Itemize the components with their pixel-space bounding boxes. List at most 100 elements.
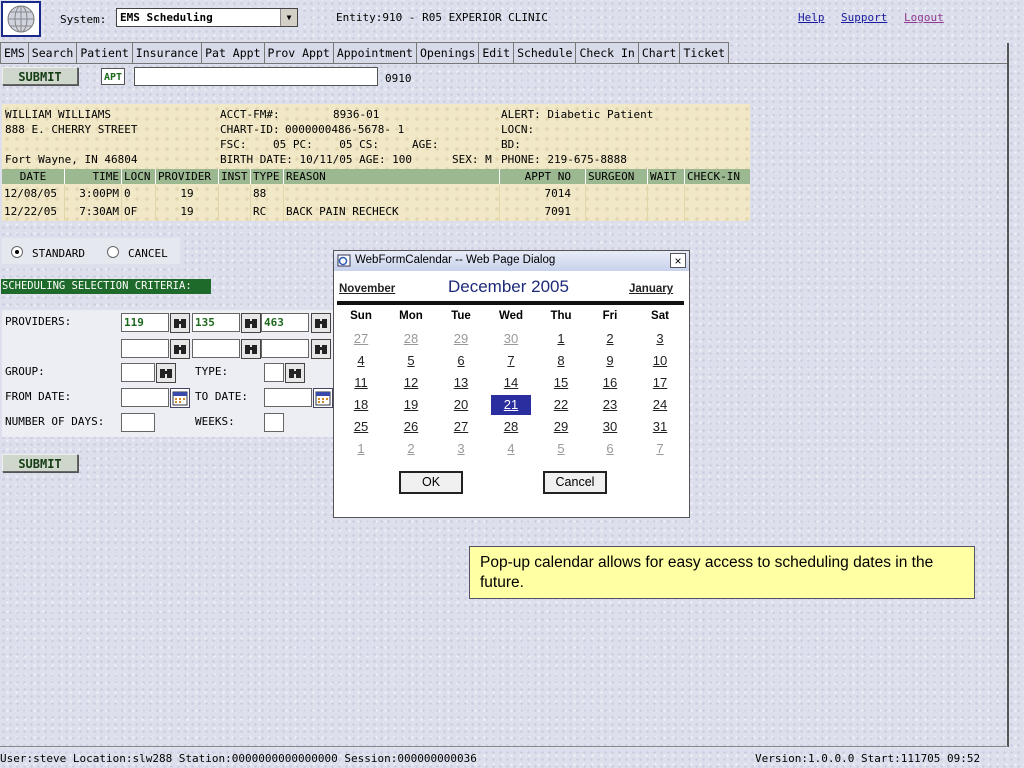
calendar-day[interactable]: 18: [341, 395, 381, 415]
row-surgeon: [586, 203, 648, 221]
nav-tab-patient[interactable]: Patient: [76, 42, 132, 64]
calendar-day[interactable]: 26: [391, 417, 431, 437]
binoculars-icon[interactable]: [241, 339, 261, 359]
calendar-day[interactable]: 2: [590, 329, 630, 349]
cancel-button[interactable]: Cancel: [543, 471, 607, 494]
calendar-day[interactable]: 25: [341, 417, 381, 437]
calendar-day[interactable]: 11: [341, 373, 381, 393]
calendar-day[interactable]: 3: [441, 439, 481, 459]
close-icon[interactable]: ×: [670, 253, 686, 268]
next-month-link[interactable]: January: [629, 283, 673, 295]
from-date-label: FROM DATE:: [5, 390, 72, 403]
provider-input-1[interactable]: 119: [121, 313, 169, 332]
calendar-day[interactable]: 27: [341, 329, 381, 349]
nav-tab-check-in[interactable]: Check In: [575, 42, 638, 64]
submit-button-top[interactable]: SUBMIT: [2, 67, 78, 85]
calendar-day[interactable]: 4: [341, 351, 381, 371]
binoculars-icon[interactable]: [156, 363, 176, 383]
calendar-day[interactable]: 30: [590, 417, 630, 437]
calendar-day[interactable]: 9: [590, 351, 630, 371]
acct-value: 8936-01: [333, 108, 380, 121]
calendar-day[interactable]: 10: [640, 351, 680, 371]
dialog-titlebar[interactable]: WebFormCalendar -- Web Page Dialog ×: [334, 251, 689, 271]
nav-tab-insurance[interactable]: Insurance: [131, 42, 202, 64]
cancel-radio[interactable]: [107, 246, 119, 258]
calendar-day[interactable]: 29: [441, 329, 481, 349]
from-date-input[interactable]: [121, 388, 169, 407]
nav-tab-pat-appt[interactable]: Pat Appt: [201, 42, 264, 64]
ok-button[interactable]: OK: [399, 471, 463, 494]
birth-line: BIRTH DATE: 10/11/05 AGE: 100: [220, 153, 413, 166]
chevron-down-icon[interactable]: ▼: [280, 9, 297, 26]
calendar-day[interactable]: 21: [491, 395, 531, 415]
provider-input-2[interactable]: 135: [192, 313, 240, 332]
to-date-input[interactable]: [264, 388, 312, 407]
binoculars-icon[interactable]: [241, 313, 261, 333]
calendar-day[interactable]: 2: [391, 439, 431, 459]
provider-input-4[interactable]: [121, 339, 169, 358]
group-input[interactable]: [121, 363, 155, 382]
binoculars-icon[interactable]: [311, 313, 331, 333]
calendar-day[interactable]: 8: [541, 351, 581, 371]
calendar-day[interactable]: 28: [391, 329, 431, 349]
nav-tab-prov-appt[interactable]: Prov Appt: [263, 42, 333, 64]
number-of-days-input[interactable]: [121, 413, 155, 432]
calendar-day[interactable]: 7: [640, 439, 680, 459]
calendar-day[interactable]: 14: [491, 373, 531, 393]
type-input[interactable]: [264, 363, 284, 382]
support-link[interactable]: Support: [841, 11, 887, 24]
calendar-day[interactable]: 24: [640, 395, 680, 415]
calendar-day[interactable]: 28: [491, 417, 531, 437]
calendar-day[interactable]: 3: [640, 329, 680, 349]
row-surgeon: [586, 185, 648, 203]
calendar-day[interactable]: 5: [541, 439, 581, 459]
calendar-day[interactable]: 5: [391, 351, 431, 371]
provider-input-6[interactable]: [261, 339, 309, 358]
calendar-day[interactable]: 7: [491, 351, 531, 371]
nav-tab-chart[interactable]: Chart: [637, 42, 680, 64]
calendar-day[interactable]: 6: [441, 351, 481, 371]
table-row[interactable]: 12/08/05 3:00PM 0 19 88 7014: [2, 185, 750, 203]
nav-tab-ems[interactable]: EMS: [0, 42, 28, 64]
calendar-day[interactable]: 6: [590, 439, 630, 459]
calendar-day[interactable]: 31: [640, 417, 680, 437]
calendar-icon[interactable]: [313, 388, 333, 408]
calendar-day[interactable]: 4: [491, 439, 531, 459]
binoculars-icon[interactable]: [170, 313, 190, 333]
calendar-day[interactable]: 30: [491, 329, 531, 349]
logout-link[interactable]: Logout: [904, 11, 944, 24]
apt-input[interactable]: [134, 67, 378, 86]
prev-month-link[interactable]: November: [339, 283, 395, 295]
calendar-day[interactable]: 13: [441, 373, 481, 393]
calendar-day[interactable]: 19: [391, 395, 431, 415]
nav-tab-openings[interactable]: Openings: [415, 42, 479, 64]
nav-tab-schedule[interactable]: Schedule: [513, 42, 576, 64]
nav-tab-edit[interactable]: Edit: [478, 42, 514, 64]
calendar-day[interactable]: 20: [441, 395, 481, 415]
binoculars-icon[interactable]: [285, 363, 305, 383]
submit-button-bottom[interactable]: SUBMIT: [2, 454, 78, 472]
calendar-day[interactable]: 12: [391, 373, 431, 393]
table-row[interactable]: 12/22/05 7:30AM OF 19 RC BACK PAIN RECHE…: [2, 203, 750, 221]
calendar-day[interactable]: 23: [590, 395, 630, 415]
nav-tab-search[interactable]: Search: [27, 42, 77, 64]
provider-input-3[interactable]: 463: [261, 313, 309, 332]
provider-input-5[interactable]: [192, 339, 240, 358]
calendar-day[interactable]: 15: [541, 373, 581, 393]
binoculars-icon[interactable]: [170, 339, 190, 359]
calendar-icon[interactable]: [170, 388, 190, 408]
calendar-day[interactable]: 27: [441, 417, 481, 437]
binoculars-icon[interactable]: [311, 339, 331, 359]
calendar-day[interactable]: 22: [541, 395, 581, 415]
calendar-day[interactable]: 1: [541, 329, 581, 349]
calendar-day[interactable]: 17: [640, 373, 680, 393]
nav-tab-ticket[interactable]: Ticket: [679, 42, 730, 64]
nav-tab-appointment[interactable]: Appointment: [332, 42, 416, 64]
help-link[interactable]: Help: [798, 11, 825, 24]
calendar-day[interactable]: 16: [590, 373, 630, 393]
system-select[interactable]: EMS Scheduling ▼: [116, 8, 298, 27]
standard-radio[interactable]: [11, 246, 23, 258]
weeks-input[interactable]: [264, 413, 284, 432]
calendar-day[interactable]: 29: [541, 417, 581, 437]
calendar-day[interactable]: 1: [341, 439, 381, 459]
